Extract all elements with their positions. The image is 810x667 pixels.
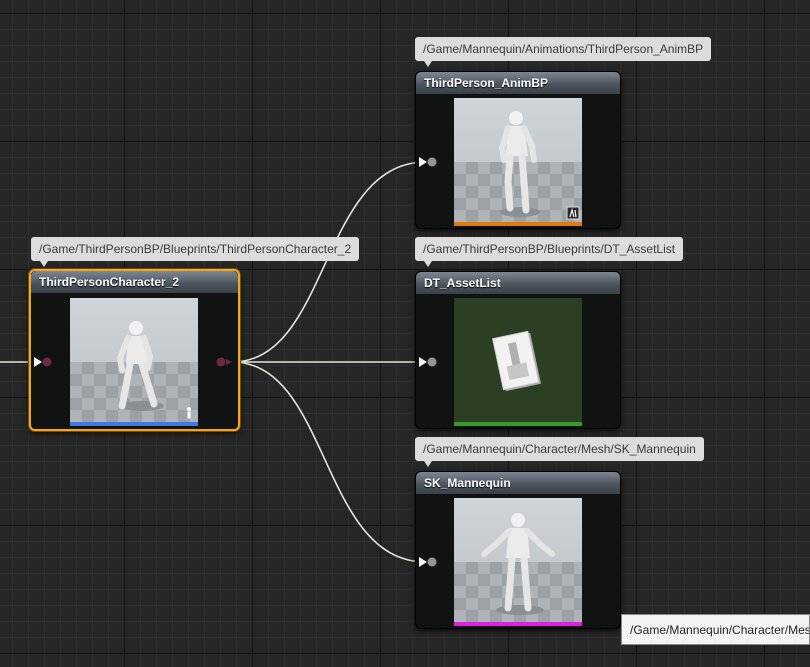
input-pin[interactable]: [33, 355, 53, 369]
node-title: ThirdPersonCharacter_2: [31, 271, 238, 293]
data-table-icon: [492, 330, 542, 392]
node-dt-assetlist[interactable]: DT_AssetList: [415, 271, 621, 429]
mannequin-figure: [481, 513, 555, 615]
asset-thumbnail: [454, 498, 582, 626]
wire-to-mannequin: [231, 361, 427, 563]
node-title: ThirdPerson_AnimBP: [416, 72, 620, 94]
input-pin[interactable]: [418, 555, 438, 569]
node-third-person-character[interactable]: ThirdPersonCharacter_2: [29, 269, 240, 431]
mannequin-figure: [498, 111, 540, 217]
asset-path-label: /Game/Mannequin/Character/Mesh/SK_Manneq…: [415, 437, 704, 467]
mannequin-figure: [116, 321, 164, 411]
wire-to-anim-bp: [231, 161, 427, 363]
node-third-person-animbp[interactable]: ThirdPerson_AnimBP: [415, 71, 621, 229]
asset-path-label: /Game/ThirdPersonBP/Blueprints/DT_AssetL…: [415, 237, 684, 267]
reference-viewer-graph[interactable]: /Game/ThirdPersonBP/Blueprints/ThirdPers…: [0, 0, 810, 667]
asset-type-bar: [454, 222, 582, 226]
node-title: DT_AssetList: [416, 272, 620, 294]
character-icon: [187, 407, 191, 419]
asset-path-label: /Game/ThirdPersonBP/Blueprints/ThirdPers…: [31, 237, 360, 267]
node-title: SK_Mannequin: [416, 472, 620, 494]
asset-thumbnail: [454, 98, 582, 226]
node-sk-mannequin[interactable]: SK_Mannequin: [415, 471, 621, 629]
anim-blueprint-icon: [566, 206, 580, 220]
asset-thumbnail: [454, 298, 582, 426]
input-pin[interactable]: [418, 155, 438, 169]
asset-path-tooltip: /Game/Mannequin/Character/Mesh/SK_Manneq…: [621, 614, 810, 645]
asset-type-bar: [70, 422, 198, 426]
asset-type-bar: [454, 622, 582, 626]
asset-thumbnail: [70, 298, 198, 426]
asset-path-label: /Game/Mannequin/Animations/ThirdPerson_A…: [415, 37, 712, 67]
input-pin[interactable]: [418, 355, 438, 369]
output-pin[interactable]: [214, 355, 234, 369]
asset-type-bar: [454, 422, 582, 426]
